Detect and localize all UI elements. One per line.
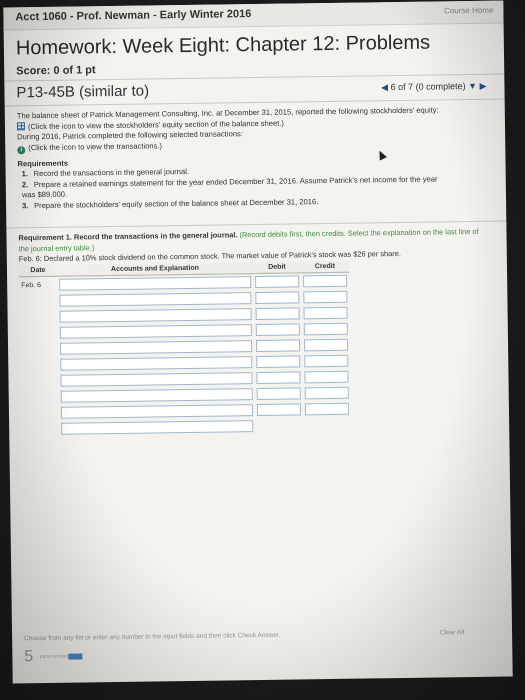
problem-id: P13-45B (similar to) <box>16 82 150 102</box>
parts-count: 5 <box>24 648 34 666</box>
credit-input[interactable] <box>303 274 348 288</box>
requirement-1-intro: Requirement 1. Record the transactions i… <box>18 230 238 243</box>
account-select[interactable] <box>60 404 254 419</box>
course-home-link[interactable]: Course Home <box>444 6 493 16</box>
account-select[interactable] <box>60 388 253 403</box>
question-progress: 6 of 7 (0 complete) <box>390 81 466 93</box>
debit-input[interactable] <box>255 291 300 305</box>
footer-hint: Choose from any list or enter any number… <box>24 631 281 643</box>
info-icon[interactable]: i <box>17 145 26 154</box>
credit-input[interactable] <box>303 290 348 304</box>
debit-input[interactable] <box>256 355 301 369</box>
requirement-number: 2. <box>21 179 29 189</box>
credit-input[interactable] <box>304 370 349 384</box>
account-select[interactable] <box>59 308 252 323</box>
credit-input[interactable] <box>303 306 348 320</box>
credit-input[interactable] <box>304 354 349 368</box>
debit-header: Debit <box>252 261 302 274</box>
parts-remaining: 5 parts remaining <box>24 647 83 666</box>
next-question-icon[interactable]: ▶ <box>479 81 486 91</box>
question-list-dropdown-icon[interactable]: ▼ <box>468 81 477 91</box>
credit-input[interactable] <box>303 338 349 352</box>
requirement-number: 3. <box>22 200 29 210</box>
course-title: Acct 1060 - Prof. Newman - Early Winter … <box>15 8 252 24</box>
requirement-text: Record the transactions in the general j… <box>33 166 190 179</box>
debit-input[interactable] <box>255 275 300 289</box>
date-header: Date <box>18 264 58 277</box>
debit-input[interactable] <box>255 323 300 337</box>
account-select[interactable] <box>59 324 252 339</box>
account-select[interactable] <box>59 276 252 291</box>
course-topbar: Acct 1060 - Prof. Newman - Early Winter … <box>3 0 504 31</box>
debit-input[interactable] <box>255 307 300 321</box>
photo-stage: Acct 1060 - Prof. Newman - Early Winter … <box>0 0 525 700</box>
credit-input[interactable] <box>303 322 348 336</box>
score-label: Score: 0 of 1 pt <box>16 64 96 78</box>
debit-input[interactable] <box>255 339 301 353</box>
browser-screen: Acct 1060 - Prof. Newman - Early Winter … <box>3 0 513 684</box>
journal-row <box>21 417 351 438</box>
parts-progress-bar <box>68 653 83 660</box>
homework-title: Homework: Week Eight: Chapter 12: Proble… <box>15 31 431 60</box>
requirement-number: 1. <box>21 169 29 179</box>
table-icon[interactable] <box>16 121 26 130</box>
journal-entry-table: Date Accounts and Explanation Debit Cred… <box>18 260 351 438</box>
credit-header: Credit <box>300 260 350 273</box>
account-select[interactable] <box>59 340 253 355</box>
explanation-select[interactable] <box>61 420 254 435</box>
account-select[interactable] <box>59 292 252 307</box>
debit-input[interactable] <box>256 403 302 417</box>
journal-date: Feb. 6 <box>21 281 42 289</box>
debit-input[interactable] <box>256 371 301 385</box>
credit-input[interactable] <box>304 402 350 416</box>
question-nav: ◀ 6 of 7 (0 complete) ▼ ▶ <box>381 81 487 93</box>
credit-input[interactable] <box>304 386 349 400</box>
account-select[interactable] <box>60 372 253 387</box>
previous-question-icon[interactable]: ◀ <box>381 82 388 92</box>
transactions-link-text[interactable]: (Click the icon to view the transactions… <box>28 141 162 152</box>
requirement-1-section: Requirement 1. Record the transactions i… <box>18 227 488 265</box>
debit-input[interactable] <box>256 387 301 401</box>
account-select[interactable] <box>60 356 253 371</box>
clear-all-button[interactable]: Clear All <box>440 629 464 636</box>
parts-label: parts remaining <box>39 653 75 660</box>
